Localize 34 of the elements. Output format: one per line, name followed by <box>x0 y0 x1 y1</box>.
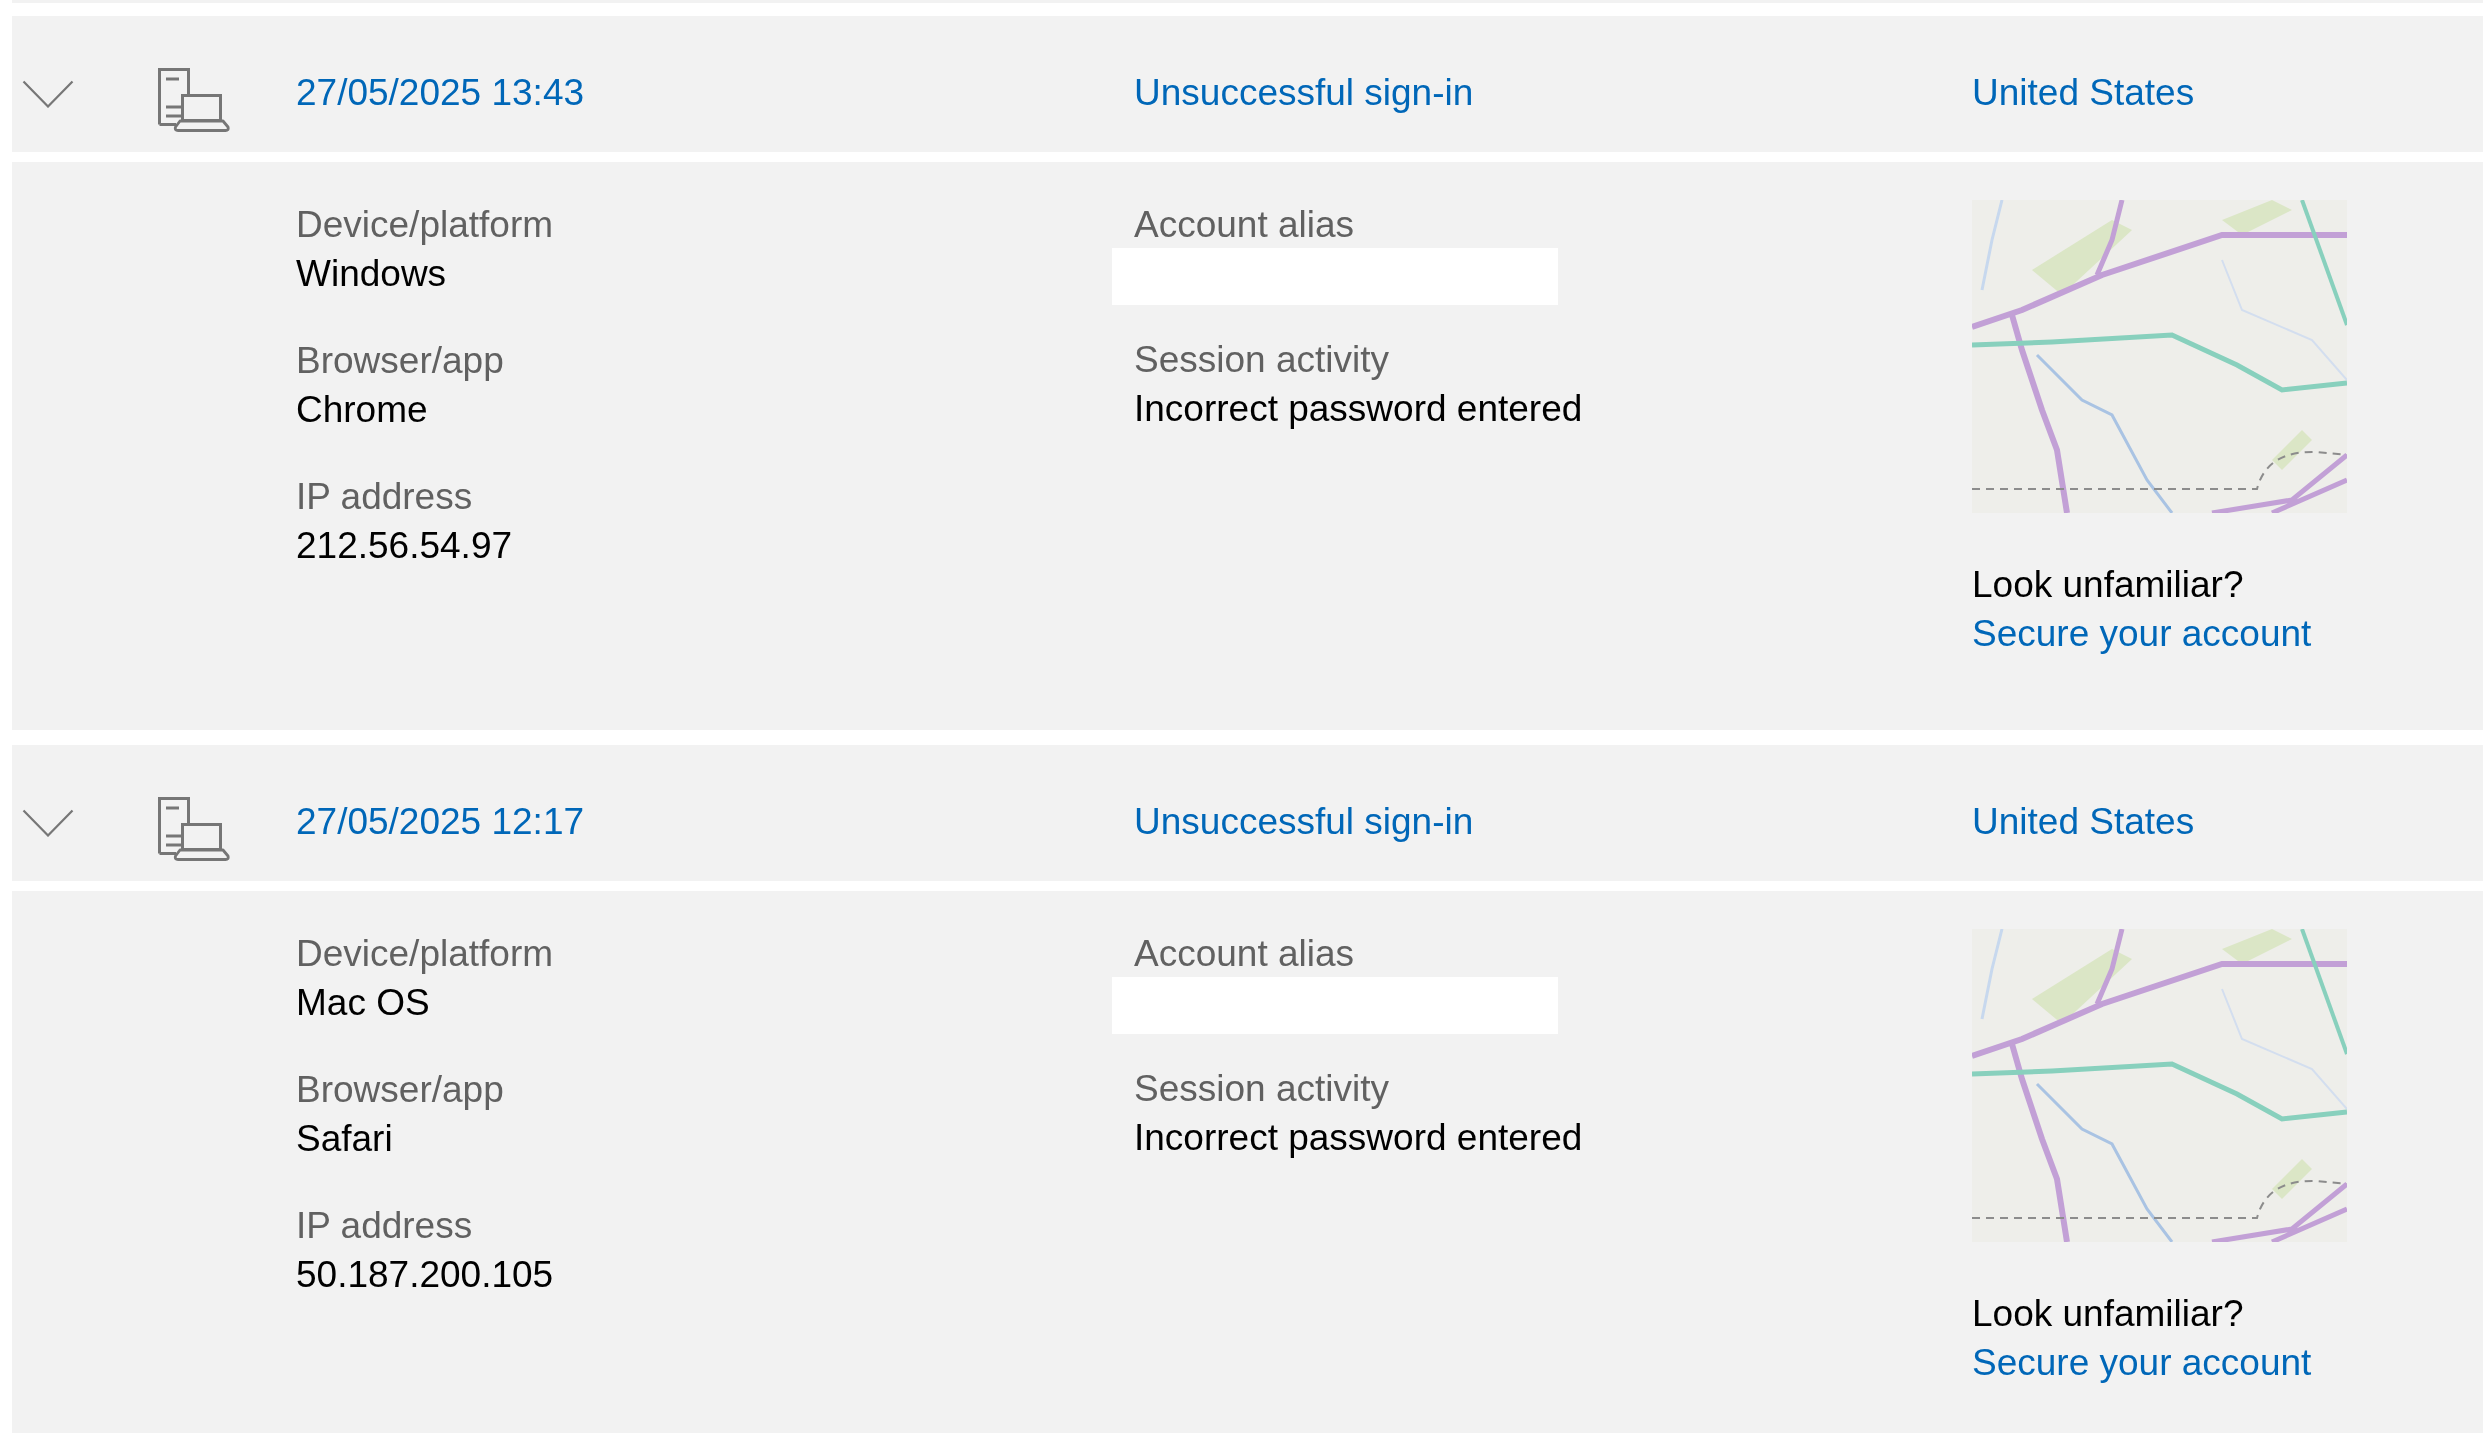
desktop-laptop-icon <box>158 797 230 861</box>
detail-value: 212.56.54.97 <box>296 524 513 568</box>
detail-label: IP address <box>296 475 473 519</box>
detail-value: Incorrect password entered <box>1134 387 1583 431</box>
desktop-laptop-icon <box>158 68 230 132</box>
chevron-down-icon[interactable] <box>22 80 74 108</box>
detail-label: Browser/app <box>296 339 504 383</box>
detail-value: Mac OS <box>296 981 430 1025</box>
activity-status-text: Unsuccessful sign-in <box>1134 800 1474 844</box>
location-text: United States <box>1972 800 2195 844</box>
activity-header[interactable]: 27/05/2025 12:17 Unsuccessful sign-in United States <box>12 745 2483 881</box>
detail-value: 50.187.200.105 <box>296 1253 554 1297</box>
look-unfamiliar-text: Look unfamiliar? <box>1972 563 2244 607</box>
location-text: United States <box>1972 71 2195 115</box>
chevron-down-icon[interactable] <box>22 809 74 837</box>
secure-account-link[interactable]: Secure your account <box>1972 1338 2312 1387</box>
detail-value: Chrome <box>296 388 428 432</box>
detail-value: Incorrect password entered <box>1134 1116 1583 1160</box>
detail-value: Safari <box>296 1117 393 1161</box>
date-time-text: 27/05/2025 12:17 <box>296 800 585 844</box>
detail-label: Account alias <box>1134 932 1355 976</box>
detail-label: Session activity <box>1134 1067 1389 1111</box>
detail-label: Browser/app <box>296 1068 504 1112</box>
detail-label: Device/platform <box>296 932 554 976</box>
activity-status-text: Unsuccessful sign-in <box>1134 71 1474 115</box>
detail-label: Device/platform <box>296 203 554 247</box>
detail-label: Account alias <box>1134 203 1355 247</box>
detail-label: IP address <box>296 1204 473 1248</box>
detail-label: Session activity <box>1134 338 1389 382</box>
date-time-text: 27/05/2025 13:43 <box>296 71 585 115</box>
secure-account-link[interactable]: Secure your account <box>1972 609 2312 658</box>
detail-value: Windows <box>296 252 447 296</box>
activity-header[interactable]: 27/05/2025 13:43 Unsuccessful sign-in United States <box>12 16 2483 152</box>
look-unfamiliar-text: Look unfamiliar? <box>1972 1292 2244 1336</box>
